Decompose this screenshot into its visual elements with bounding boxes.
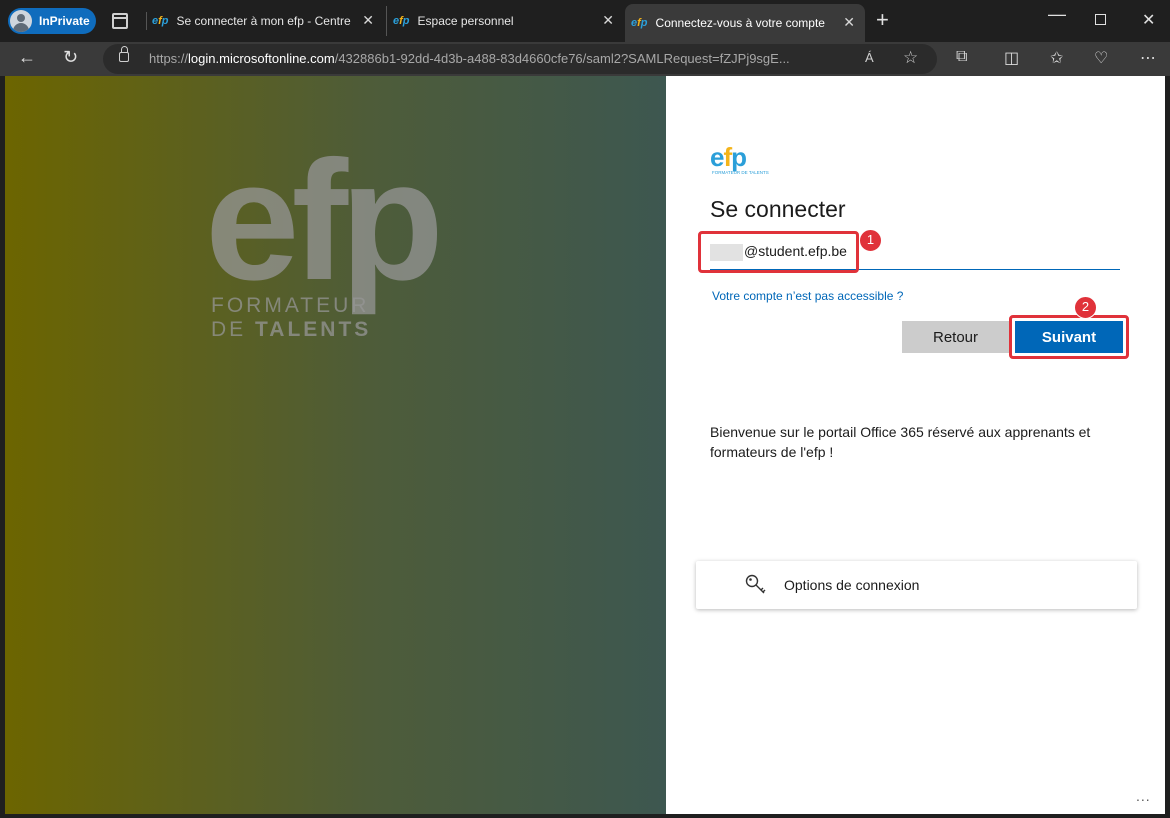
close-icon[interactable]: ✕: [843, 14, 855, 31]
key-icon: [745, 574, 766, 594]
tab-help-center[interactable]: efp Se connecter à mon efp - Centre d'ai…: [146, 6, 384, 36]
efp-favicon-icon: efp: [631, 17, 648, 29]
signin-options-label: Options de connexion: [784, 577, 920, 593]
url-text[interactable]: https://login.microsoftonline.com/432886…: [149, 51, 839, 66]
address-bar[interactable]: https://login.microsoftonline.com/432886…: [103, 44, 937, 74]
background-panel: efp FORMATEUR DE TALENTS: [5, 76, 666, 814]
efp-favicon-icon: efp: [152, 15, 169, 27]
signin-options-button[interactable]: Options de connexion: [696, 561, 1137, 609]
back-arrow-icon[interactable]: ←: [18, 47, 36, 68]
tab-signin-active[interactable]: efp Connectez-vous à votre compte ✕: [625, 4, 865, 42]
refresh-icon[interactable]: ↻: [63, 47, 78, 68]
close-icon[interactable]: ✕: [362, 12, 374, 29]
window-close-icon[interactable]: ✕: [1142, 10, 1155, 30]
lock-icon[interactable]: [119, 46, 129, 62]
browser-toolbar: ← ↻ https://login.microsoftonline.com/43…: [0, 42, 1170, 76]
browser-essentials-icon[interactable]: ♡: [1094, 48, 1108, 68]
new-tab-plus-icon[interactable]: +: [876, 9, 889, 31]
avatar: [10, 10, 32, 32]
step-badge-2: 2: [1074, 296, 1097, 319]
tab-espace-personnel[interactable]: efp Espace personnel ✕: [386, 6, 624, 36]
account-inaccessible-link[interactable]: Votre compte n’est pas accessible ?: [712, 289, 903, 303]
settings-more-icon[interactable]: ⋯: [1140, 48, 1156, 68]
background-efp-logo: efp FORMATEUR DE TALENTS: [205, 126, 444, 341]
page-content: efp FORMATEUR DE TALENTS efp FORMATEUR D…: [5, 76, 1165, 814]
highlight-next-button: [1009, 315, 1129, 359]
inprivate-button[interactable]: InPrivate: [8, 8, 96, 34]
signin-panel: efp FORMATEUR DE TALENTS Se connecter 1 …: [666, 76, 1165, 814]
extensions-icon[interactable]: ⧉: [956, 48, 967, 66]
inprivate-label: InPrivate: [39, 14, 90, 28]
favorites-icon[interactable]: ✩: [1050, 48, 1063, 68]
step-badge-1: 1: [859, 229, 882, 252]
efp-favicon-icon: efp: [393, 15, 410, 27]
more-options-icon[interactable]: ...: [1136, 788, 1151, 804]
highlight-email-field: [698, 231, 859, 273]
page-title: Se connecter: [710, 196, 846, 222]
back-button[interactable]: Retour: [902, 321, 1009, 353]
read-aloud-icon[interactable]: Á: [865, 50, 874, 65]
split-screen-icon[interactable]: ◫: [1004, 48, 1019, 68]
browser-tab-strip: InPrivate efp Se connecter à mon efp - C…: [0, 0, 1170, 42]
tab-actions-icon[interactable]: [112, 13, 128, 29]
efp-logo: efp FORMATEUR DE TALENTS: [710, 142, 769, 175]
tab-title: Se connecter à mon efp - Centre d'aide: [176, 14, 353, 28]
welcome-message: Bienvenue sur le portail Office 365 rése…: [710, 424, 1091, 460]
close-icon[interactable]: ✕: [602, 12, 614, 29]
maximize-icon[interactable]: [1095, 14, 1106, 25]
tab-title: Espace personnel: [417, 14, 514, 28]
favorite-star-icon[interactable]: ☆: [903, 48, 918, 68]
minimize-icon[interactable]: —: [1048, 4, 1066, 25]
tab-title: Connectez-vous à votre compte: [655, 16, 825, 30]
